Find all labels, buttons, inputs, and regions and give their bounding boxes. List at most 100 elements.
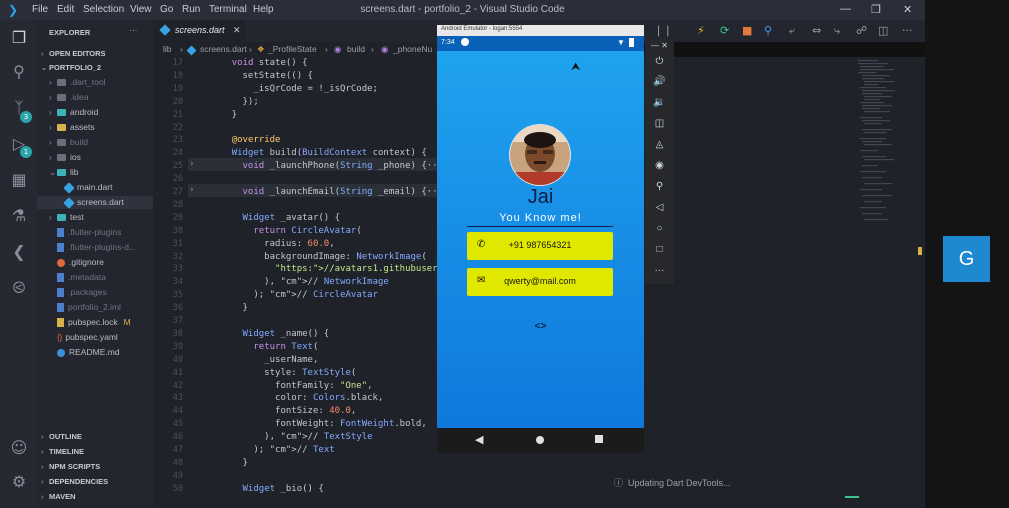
crumb-lib[interactable]: lib	[163, 44, 172, 54]
code-line[interactable]: });	[210, 97, 259, 107]
crumb-file[interactable]: screens.dart	[200, 44, 247, 54]
fold-chevron-icon[interactable]: ›	[189, 185, 194, 195]
code-toggle-icon[interactable]: <>	[437, 321, 644, 332]
code-line[interactable]: Widget build(BuildContext context) {	[210, 148, 427, 158]
emulator-more-icon[interactable]: ···	[645, 265, 674, 276]
more-icon[interactable]: ···	[902, 24, 913, 37]
home-icon[interactable]	[536, 436, 544, 444]
code-line[interactable]: "https:">//avatars1.githubuserconten	[210, 264, 470, 274]
emulator-minimize-icon[interactable]: — ✕	[645, 41, 674, 50]
recents-icon[interactable]	[595, 435, 603, 443]
tree-item-assets[interactable]: › assets	[49, 121, 95, 134]
npm-scripts-section[interactable]: › NPM SCRIPTS	[41, 460, 100, 473]
more-actions-icon[interactable]: ···	[129, 24, 138, 37]
code-line[interactable]: void _launchPhone(String _phone) {···	[210, 161, 444, 171]
open-editors-section[interactable]: › OPEN EDITORS	[41, 47, 106, 60]
crumb-method[interactable]: build	[347, 44, 365, 54]
tree-item-screens-dart[interactable]: screens.dart	[37, 196, 153, 209]
code-line[interactable]: }	[210, 458, 248, 468]
split-icon[interactable]: ❘❘	[654, 24, 672, 37]
code-line[interactable]: fontWeight: FontWeight.bold,	[210, 419, 427, 429]
tree-item-dart-tool[interactable]: › .dart_tool	[49, 76, 105, 89]
crumb-variable[interactable]: _phoneNu	[393, 44, 432, 54]
code-line[interactable]: @override	[210, 135, 281, 145]
code-line[interactable]: Widget _name() {	[210, 329, 330, 339]
hot-reload-icon[interactable]: ⚡	[697, 24, 705, 37]
outline-section[interactable]: › OUTLINE	[41, 430, 82, 443]
tree-item-idea[interactable]: › .idea	[49, 91, 88, 104]
tree-item-test[interactable]: › test	[49, 211, 84, 224]
tree-item-gitignore[interactable]: .gitignore	[57, 256, 104, 269]
remote-icon[interactable]: ⧀	[9, 278, 29, 298]
zoom-icon[interactable]: ⚲	[645, 181, 674, 192]
crumb-class[interactable]: _ProfileState	[268, 44, 317, 54]
code-line[interactable]: _isQrCode = !_isQrCode;	[210, 84, 378, 94]
extensions-icon[interactable]: ▦	[9, 170, 29, 190]
code-line[interactable]: color: Colors.black,	[210, 393, 383, 403]
compare-icon[interactable]: ⇔	[812, 24, 821, 37]
restore-icon[interactable]: ❐	[871, 3, 881, 16]
camera-icon[interactable]: ◉	[645, 160, 674, 171]
code-line[interactable]: fontFamily: "One",	[210, 381, 373, 391]
email-button[interactable]: ✉ qwerty@mail.com	[467, 268, 613, 296]
search-icon[interactable]: ⚲	[9, 62, 29, 82]
back-icon[interactable]: ◀	[475, 433, 483, 446]
close-icon[interactable]: ✕	[903, 3, 912, 16]
code-line[interactable]: ); "cm">// CircleAvatar	[210, 290, 378, 300]
code-line[interactable]: }	[210, 110, 237, 120]
testing-icon[interactable]: ⚗	[9, 206, 29, 226]
code-line[interactable]: void state() {	[210, 58, 308, 68]
account-icon[interactable]: ☺	[9, 438, 29, 458]
tree-item-flutter-plugins-d[interactable]: .flutter-plugins-d...	[57, 241, 136, 254]
code-line[interactable]: fontSize: 40.0,	[210, 406, 356, 416]
dependencies-section[interactable]: › DEPENDENCIES	[41, 475, 108, 488]
fold-chevron-icon[interactable]: ›	[189, 159, 194, 169]
split-editor-icon[interactable]: ◫	[878, 24, 888, 37]
explorer-icon[interactable]: ❐	[9, 28, 29, 48]
rotate-left-icon[interactable]: ◫	[645, 118, 674, 129]
tree-item-packages[interactable]: .packages	[57, 286, 107, 299]
code-line[interactable]: ), "cm">// TextStyle	[210, 432, 372, 442]
timeline-section[interactable]: › TIMELINE	[41, 445, 84, 458]
close-tab-icon[interactable]: ✕	[233, 25, 241, 36]
code-line[interactable]: void _launchEmail(String _email) {···	[210, 187, 444, 197]
code-line[interactable]: }	[210, 303, 248, 313]
code-line[interactable]: return CircleAvatar(	[210, 226, 361, 236]
code-line[interactable]: ); "cm">// Text	[210, 445, 334, 455]
minimap[interactable]	[855, 57, 905, 257]
flutter-icon[interactable]: ❮	[9, 242, 29, 262]
phone-button[interactable]: ✆ +91 987654321	[467, 232, 613, 260]
tree-item-lib[interactable]: ⌄ lib	[49, 166, 79, 179]
emulator-home-icon[interactable]: ○	[645, 223, 674, 234]
code-line[interactable]: radius: 60.0,	[210, 239, 334, 249]
code-line[interactable]: _userName,	[210, 355, 318, 365]
code-line[interactable]: return Text(	[210, 342, 318, 352]
code-line[interactable]: style: TextStyle(	[210, 368, 356, 378]
tree-item-readme[interactable]: README.md	[57, 346, 120, 359]
code-line[interactable]: Widget _avatar() {	[210, 213, 341, 223]
volume-down-icon[interactable]: 🔉	[645, 97, 674, 108]
settings-gear-icon[interactable]: ⚙	[9, 472, 29, 492]
go-back-icon[interactable]: ⤶	[789, 24, 795, 38]
tree-item-android[interactable]: › android	[49, 106, 98, 119]
tree-item-main-dart[interactable]: main.dart	[63, 181, 112, 194]
minimize-icon[interactable]: —	[840, 3, 851, 15]
code-line[interactable]: backgroundImage: NetworkImage(	[210, 252, 427, 262]
power-icon[interactable]: ⏻	[645, 56, 674, 67]
tree-item-iml[interactable]: portfolio_2.iml	[57, 301, 121, 314]
maven-section[interactable]: › MAVEN	[41, 490, 76, 503]
code-line[interactable]: setState(() {	[210, 71, 313, 81]
tree-item-build[interactable]: › build	[49, 136, 88, 149]
emulator-overview-icon[interactable]: □	[645, 244, 674, 255]
code-line[interactable]: ), "cm">// NetworkImage	[210, 277, 389, 287]
emulator-back-icon[interactable]: ◁	[645, 202, 674, 213]
code-line[interactable]: Widget _bio() {	[210, 484, 324, 494]
project-section[interactable]: ⌄ PORTFOLIO_2	[41, 61, 101, 74]
hot-restart-icon[interactable]: ⟳	[720, 24, 729, 37]
stop-icon[interactable]: ■	[742, 24, 752, 37]
go-forward-icon[interactable]: ⤷	[834, 24, 840, 38]
volume-up-icon[interactable]: 🔊	[645, 76, 674, 87]
tab-screens-dart[interactable]: screens.dart ✕	[153, 20, 245, 42]
tree-item-ios[interactable]: › ios	[49, 151, 81, 164]
git-compare-icon[interactable]: ☍	[856, 24, 867, 37]
